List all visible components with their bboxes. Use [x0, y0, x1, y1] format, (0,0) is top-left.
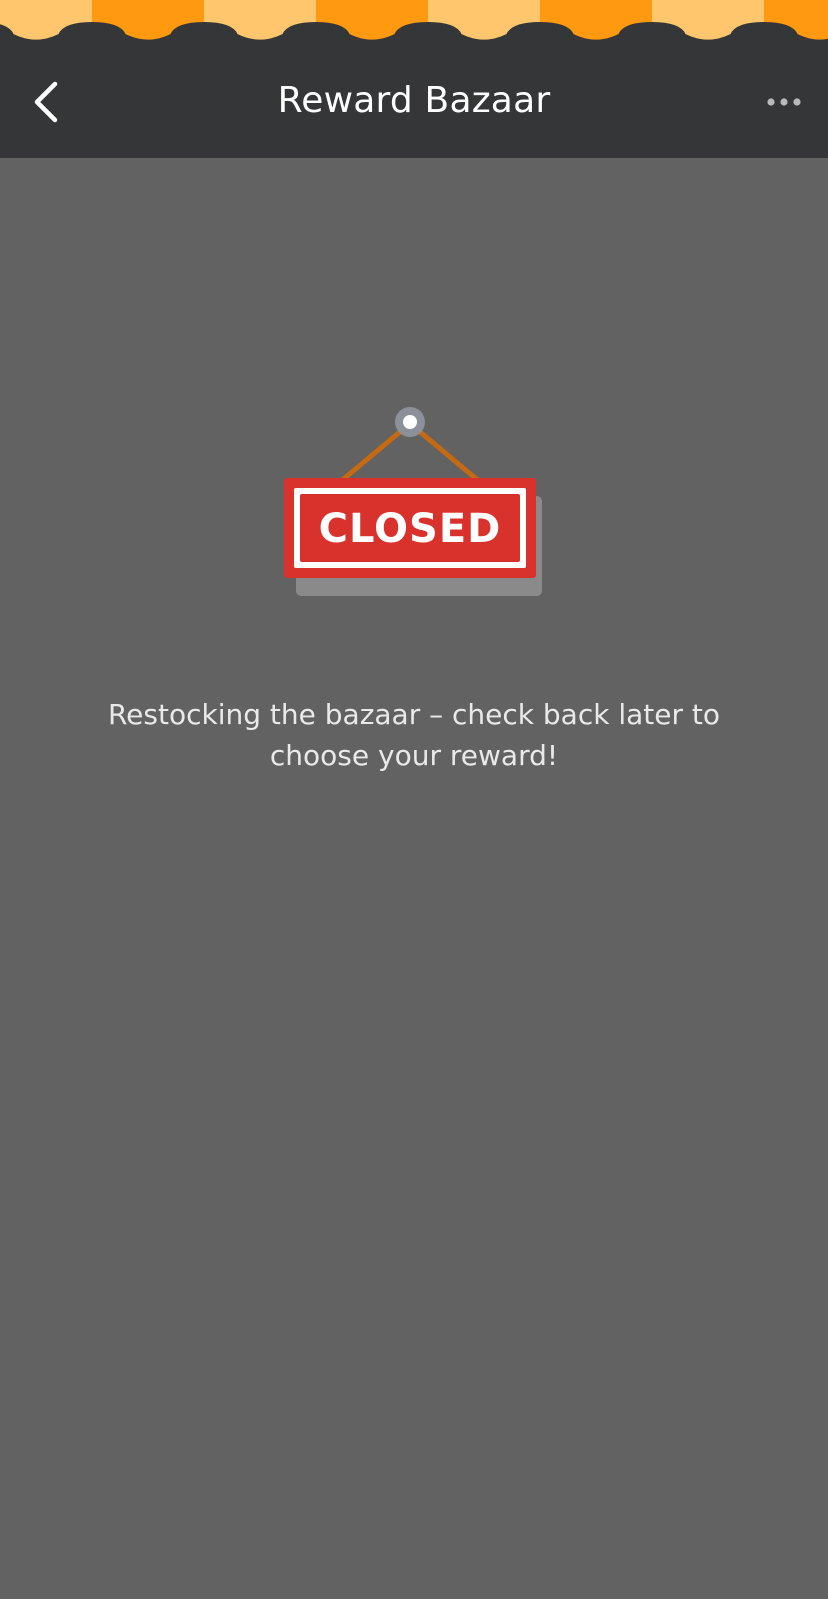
- sign-string-right: [410, 423, 483, 485]
- awning-stripe: [316, 0, 428, 40]
- awning-icon: [0, 0, 828, 40]
- awning-stripe: [764, 0, 828, 40]
- sign-label: CLOSED: [319, 506, 502, 552]
- awning-stripe: [652, 0, 764, 40]
- awning-stripe: [92, 0, 204, 40]
- sign-string-left: [337, 423, 410, 485]
- top-app-bar: Reward Bazaar: [0, 0, 828, 158]
- empty-state-message: Restocking the bazaar – check back later…: [107, 698, 721, 772]
- awning-stripe: [0, 0, 92, 40]
- reward-bazaar-screen: Reward Bazaar CLOSED Restocking the baza…: [0, 0, 828, 1599]
- more-options-button[interactable]: [762, 84, 806, 120]
- page-title: Reward Bazaar: [277, 80, 551, 121]
- more-horizontal-icon: [767, 98, 801, 106]
- awning-decoration: [0, 0, 828, 50]
- awning-stripe: [540, 0, 652, 40]
- awning-stripe: [204, 0, 316, 40]
- closed-sign-illustration: CLOSED: [270, 404, 550, 604]
- awning-stripe: [428, 0, 540, 40]
- closed-sign-icon: CLOSED: [284, 407, 542, 596]
- main-content: CLOSED Restocking the bazaar – check bac…: [0, 158, 828, 1599]
